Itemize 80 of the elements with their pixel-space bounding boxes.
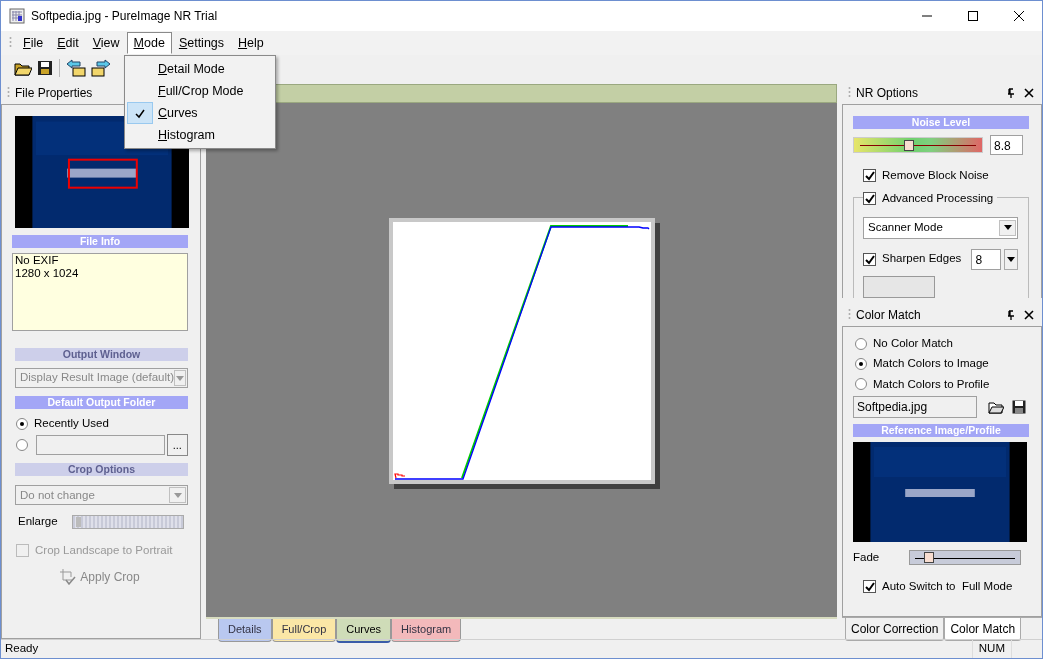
window-title: Softpedia.jpg - PureImage NR Trial bbox=[31, 8, 219, 25]
maximize-icon bbox=[968, 11, 978, 21]
close-icon bbox=[1014, 11, 1024, 21]
radio-button[interactable] bbox=[16, 439, 28, 452]
panel-tab[interactable]: Color Correction bbox=[845, 618, 945, 641]
noise-slider[interactable] bbox=[853, 137, 983, 153]
checkbox-label: Advanced Processing bbox=[882, 191, 994, 207]
checkbox[interactable] bbox=[863, 252, 876, 266]
section-heading: File Info bbox=[12, 235, 188, 248]
menu-item[interactable]: Histogram bbox=[127, 124, 273, 146]
pin-icon[interactable] bbox=[1006, 309, 1016, 320]
dropdown-arrow-icon[interactable] bbox=[1007, 256, 1016, 262]
save-icon[interactable] bbox=[1011, 398, 1027, 415]
panel-tab[interactable]: Color Match bbox=[944, 618, 1022, 641]
radio-button[interactable] bbox=[855, 378, 867, 391]
info-line: No EXIF bbox=[15, 254, 60, 267]
checkbox-label: Sharpen Edges bbox=[882, 251, 963, 267]
dropdown[interactable]: Scanner Mode bbox=[863, 216, 1018, 239]
grip-icon bbox=[848, 307, 851, 322]
grip-icon bbox=[7, 85, 10, 100]
section-heading: Default Output Folder bbox=[15, 396, 188, 409]
section-heading: Output Window bbox=[15, 348, 188, 361]
grip-icon bbox=[9, 36, 12, 50]
close-icon[interactable] bbox=[1024, 87, 1034, 98]
folder-path-field[interactable] bbox=[36, 435, 165, 456]
checkbox-label: Auto Switch to Full Mode bbox=[882, 579, 1013, 594]
section-heading: Crop Options bbox=[15, 463, 188, 477]
crop-icon bbox=[60, 568, 77, 585]
slider-label: Enlarge bbox=[18, 514, 58, 530]
slider-thumb[interactable] bbox=[924, 551, 935, 563]
dropdown-arrow-button[interactable] bbox=[1004, 248, 1018, 270]
pin-icon[interactable] bbox=[1006, 87, 1016, 98]
checkbox[interactable] bbox=[863, 192, 876, 206]
save-icon[interactable] bbox=[36, 59, 54, 77]
view-tab[interactable]: Details bbox=[218, 619, 272, 642]
fade-slider[interactable] bbox=[909, 549, 1022, 565]
radio-label: Match Colors to Profile bbox=[873, 376, 990, 392]
checkbox[interactable] bbox=[863, 580, 876, 594]
sharpen-value-field[interactable]: 8 bbox=[971, 248, 1002, 270]
radio-button[interactable] bbox=[16, 417, 28, 430]
panel-title: Color Match bbox=[856, 306, 921, 324]
menu-item[interactable]: Mode bbox=[126, 32, 172, 54]
menu-item[interactable]: Settings bbox=[171, 32, 232, 54]
radio-button[interactable] bbox=[855, 337, 867, 350]
status-text: Ready bbox=[5, 641, 39, 657]
app-icon bbox=[9, 8, 25, 24]
dropdown-arrow-icon[interactable] bbox=[1003, 225, 1012, 230]
check-icon bbox=[134, 107, 146, 119]
panel-title: NR Options bbox=[856, 84, 919, 102]
checkbox-label: Crop Landscape to Portrait bbox=[35, 542, 173, 558]
radio-label: Match Colors to Image bbox=[873, 356, 989, 372]
menu-item[interactable]: Full/Crop Mode bbox=[127, 80, 273, 102]
menu-item[interactable]: Edit bbox=[50, 32, 86, 54]
section-heading: Reference Image/Profile bbox=[853, 423, 1029, 437]
file-name-field[interactable]: Softpedia.jpg bbox=[853, 395, 977, 418]
view-tab[interactable]: Curves bbox=[336, 619, 392, 643]
info-line: 1280 x 1024 bbox=[15, 267, 80, 280]
grip-icon bbox=[848, 85, 851, 100]
view-tab[interactable]: Histogram bbox=[391, 619, 462, 642]
noise-value-field[interactable]: 8.8 bbox=[990, 135, 1023, 155]
checkbox[interactable] bbox=[863, 169, 876, 183]
text-area[interactable]: No EXIF 1280 x 1024 bbox=[12, 253, 188, 331]
menu-item[interactable]: Curves bbox=[127, 102, 273, 124]
section-heading: Noise Level bbox=[853, 116, 1029, 129]
menu-item[interactable]: File bbox=[16, 32, 51, 54]
slider-label: Fade bbox=[853, 549, 880, 565]
left-arrow-folder-icon[interactable] bbox=[65, 58, 87, 78]
menu-item[interactable]: Help bbox=[231, 32, 271, 54]
slider-thumb[interactable] bbox=[903, 140, 914, 151]
menu-item[interactable]: View bbox=[85, 32, 127, 54]
checkbox-label: Remove Block Noise bbox=[882, 168, 989, 183]
menu-item[interactable]: Detail Mode bbox=[127, 58, 273, 80]
close-icon[interactable] bbox=[1024, 309, 1034, 320]
right-arrow-folder-icon[interactable] bbox=[90, 58, 112, 78]
status-indicator: NUM bbox=[971, 640, 1012, 658]
browse-button[interactable]: ... bbox=[166, 434, 188, 457]
radio-button[interactable] bbox=[855, 357, 867, 370]
panel-title: File Properties bbox=[15, 84, 93, 102]
radio-label: No Color Match bbox=[873, 336, 953, 351]
radio-label: Recently Used bbox=[34, 416, 109, 431]
